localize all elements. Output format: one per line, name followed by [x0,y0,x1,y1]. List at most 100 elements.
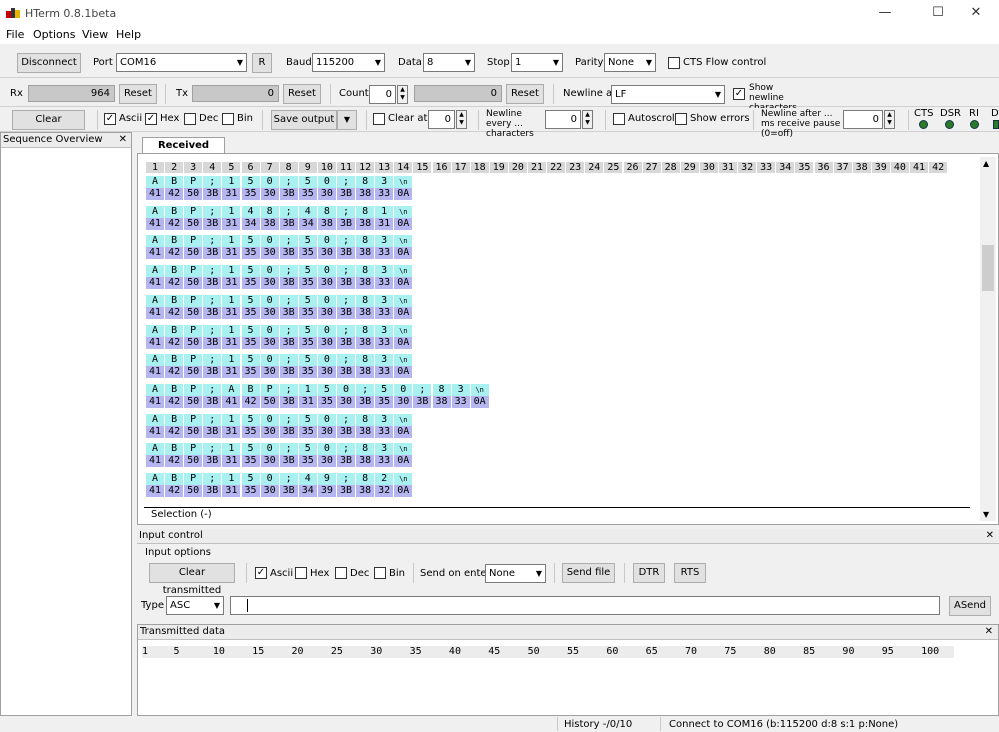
tab-received-data[interactable]: Received Data [142,137,225,166]
ascii-cell[interactable]: \n [394,176,413,188]
ascii-cell[interactable]: 0 [260,413,279,426]
hex-cell[interactable]: 50 [184,247,203,260]
hex-cell[interactable]: 35 [298,455,317,468]
ascii-cell[interactable]: ; [337,473,355,485]
ascii-cell[interactable]: 5 [298,235,317,248]
hex-cell[interactable]: 35 [241,485,260,497]
ascii-cell[interactable]: 5 [241,324,260,337]
hex-cell[interactable]: 41 [146,455,164,468]
hex-cell[interactable]: 30 [260,336,279,349]
hex-cell[interactable]: 33 [451,395,470,408]
ascii-cell[interactable]: \n [394,413,413,426]
ascii-cell[interactable]: 0 [317,294,336,307]
ascii-cell[interactable]: ; [203,354,222,367]
ascii-cell[interactable]: 4 [298,205,317,218]
ascii-cell[interactable]: ; [279,176,298,188]
parity-select[interactable]: None ▼ [604,53,656,72]
ascii-cell[interactable]: B [241,383,260,396]
ascii-cell[interactable]: 1 [222,265,241,278]
ascii-cell[interactable]: P [184,473,203,485]
dtr-button[interactable]: DTR [633,563,665,583]
ascii-cell[interactable]: 5 [298,324,317,337]
ascii-cell[interactable]: 0 [317,324,336,337]
hex-cell[interactable]: 42 [165,366,184,379]
hex-cell[interactable]: 41 [146,188,164,200]
hex-cell[interactable]: 42 [165,188,184,200]
ascii-cell[interactable]: ; [279,294,298,307]
ascii-cell[interactable]: 0 [260,473,279,485]
hex-cell[interactable]: 35 [298,366,317,379]
ascii-cell[interactable]: ; [279,354,298,367]
hex-cell[interactable]: 0A [394,336,413,349]
hex-cell[interactable]: 38 [356,188,375,200]
chevron-down-icon[interactable]: ▼ [983,510,989,519]
hex-cell[interactable]: 3B [337,336,355,349]
ascii-cell[interactable]: 0 [260,176,279,188]
hex-cell[interactable]: 3B [413,395,432,408]
hex-cell[interactable]: 38 [356,485,375,497]
ascii-cell[interactable]: 5 [298,413,317,426]
ascii-cell[interactable]: ; [203,473,222,485]
ascii-cell[interactable]: 5 [241,176,260,188]
ascii-cell[interactable]: 2 [375,473,394,485]
ascii-cell[interactable]: 5 [241,235,260,248]
hex-cell[interactable]: 31 [222,247,241,260]
ascii-cell[interactable]: ; [337,443,355,456]
show-newline-checkbox[interactable]: ✓ [733,88,745,100]
hex-cell[interactable]: 50 [184,366,203,379]
ascii-cell[interactable]: 3 [375,354,394,367]
ascii-cell[interactable]: 8 [317,205,336,218]
ascii-cell[interactable]: ; [279,205,298,218]
ascii-cell[interactable]: 8 [356,443,375,456]
ascii-cell[interactable]: ; [203,443,222,456]
hex-cell[interactable]: 38 [356,455,375,468]
ascii-cell[interactable]: ; [203,176,222,188]
close-icon[interactable]: ✕ [985,625,993,639]
newline-every-input[interactable]: 0 [545,110,581,129]
hex-cell[interactable]: 0A [394,306,413,319]
hex-cell[interactable]: 34 [298,217,317,230]
hex-cell[interactable]: 3B [203,455,222,468]
ascii-cell[interactable]: 1 [375,205,394,218]
ascii-cell[interactable]: \n [394,265,413,278]
save-output-dropdown[interactable]: ▼ [337,110,357,130]
hex-cell[interactable]: 30 [337,395,355,408]
hex-cell[interactable]: 30 [260,277,279,290]
hex-cell[interactable]: 41 [146,306,164,319]
ascii-cell[interactable]: ; [337,205,355,218]
hex-cell[interactable]: 35 [241,425,260,438]
hex-cell[interactable]: 3B [279,336,298,349]
ascii-cell[interactable]: 5 [241,413,260,426]
ascii-cell[interactable]: \n [394,294,413,307]
ascii-cell[interactable]: A [146,205,164,218]
rx-reset-button[interactable]: Reset [119,84,157,104]
hex-cell[interactable]: 50 [260,395,279,408]
ascii-cell[interactable]: 1 [222,473,241,485]
ascii-cell[interactable]: B [165,383,184,396]
menu-options[interactable]: Options [33,28,75,41]
hex-cell[interactable]: 3B [279,306,298,319]
ascii-cell[interactable]: 8 [356,235,375,248]
hex-cell[interactable]: 0A [394,277,413,290]
ascii-cell[interactable]: 3 [375,324,394,337]
ascii-cell[interactable]: B [165,413,184,426]
hex-cell[interactable]: 33 [375,247,394,260]
hex-cell[interactable]: 3B [203,188,222,200]
ascii-cell[interactable]: ; [279,235,298,248]
ascii-cell[interactable]: 3 [375,294,394,307]
hex-cell[interactable]: 3B [279,277,298,290]
ascii-cell[interactable]: 4 [241,205,260,218]
hex-cell[interactable]: 31 [222,366,241,379]
hex-cell[interactable]: 31 [222,425,241,438]
hex-cell[interactable]: 3B [279,425,298,438]
ascii-cell[interactable]: ; [337,265,355,278]
ascii-cell[interactable]: \n [394,473,413,485]
ascii-cell[interactable]: ; [203,294,222,307]
hex-cell[interactable]: 41 [146,277,164,290]
hex-cell[interactable]: 38 [260,217,279,230]
clear-at-checkbox[interactable] [373,113,385,125]
send-on-enter-select[interactable]: None ▼ [485,564,546,583]
hex-cell[interactable]: 31 [222,188,241,200]
hex-cell[interactable]: 3B [337,366,355,379]
ascii-cell[interactable]: 1 [222,354,241,367]
